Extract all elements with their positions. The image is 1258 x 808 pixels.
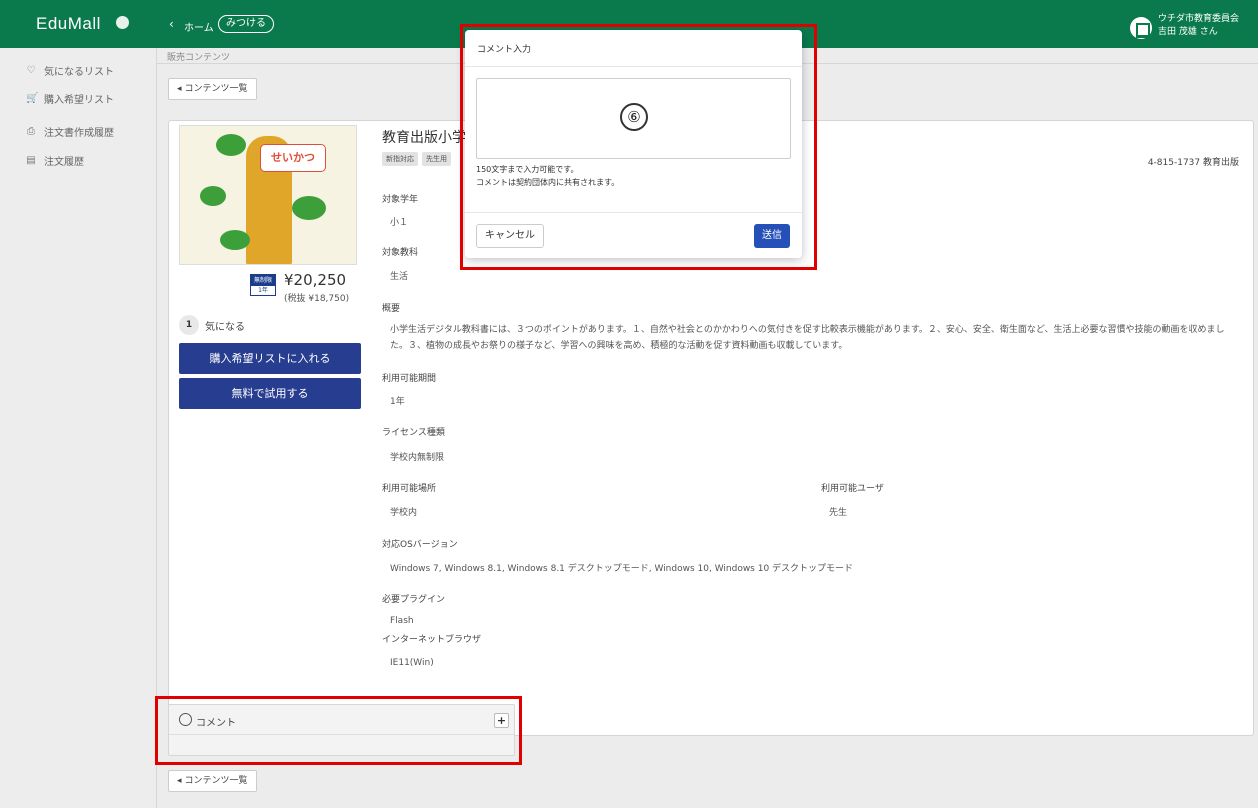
comment-panel-header: コメント + [169, 705, 514, 735]
summary-text: 小学生活デジタル教科書には、３つのポイントがあります。１、自然や社会とのかかわり… [390, 325, 1225, 351]
cancel-button[interactable]: キャンセル [476, 224, 544, 248]
comment-textarea[interactable]: ⑥ [476, 78, 791, 159]
grade-value: 小１ [390, 218, 409, 228]
os-value: Windows 7, Windows 8.1, Windows 8.1 デスクト… [390, 564, 854, 574]
user-type-label: 利用可能ユーザ [821, 484, 884, 494]
left-triangle-icon: ◂ [177, 776, 182, 786]
favorite-label: 気になる [205, 321, 245, 333]
product-tags: 新指対応 先生用 [382, 152, 451, 166]
home-link[interactable]: ホーム [184, 19, 214, 34]
dialog-divider [465, 212, 802, 213]
plugin-value: Flash [390, 616, 414, 626]
price: ¥20,250 [284, 271, 347, 289]
step-marker: ⑥ [620, 103, 648, 131]
document-icon: ▤ [26, 154, 36, 166]
license-label: ライセンス種類 [382, 428, 445, 438]
sidebar-item-label: 注文履歴 [44, 156, 84, 168]
user-type-value: 先生 [829, 508, 848, 518]
edumall-logo[interactable]: EduMall [36, 14, 101, 34]
product-title: 教育出版小学 [382, 130, 466, 146]
back-chevron-icon[interactable]: ‹ [169, 17, 174, 31]
product-cover-image: せいかつ [179, 125, 357, 265]
favorite-count: 1 [179, 315, 199, 335]
sidebar-item-favorites[interactable]: ♡ 気になるリスト [26, 62, 114, 78]
tag: 先生用 [422, 152, 451, 166]
comment-panel: コメント + [168, 704, 515, 756]
price-tax-excluded: (税抜 ¥18,750) [284, 294, 350, 304]
place-value: 学校内 [390, 508, 418, 518]
left-triangle-icon: ◂ [177, 84, 182, 94]
os-label: 対応OSバージョン [382, 540, 458, 550]
back-to-list-button-bottom[interactable]: ◂ コンテンツ一覧 [168, 770, 257, 792]
user-name: 吉田 茂雄 さん [1158, 27, 1218, 37]
sidebar-item-wishlist[interactable]: 🛒 購入希望リスト [26, 90, 114, 106]
cover-leaf-illustration [200, 186, 226, 206]
tag: 新指対応 [382, 152, 418, 166]
user-avatar[interactable] [1130, 17, 1152, 39]
back-to-list-label: コンテンツ一覧 [184, 84, 248, 94]
browser-value: IE11(Win) [390, 658, 434, 668]
summary-label: 概要 [382, 304, 401, 314]
character-limit-hint: 150文字まで入力可能です。 [476, 165, 579, 174]
send-button[interactable]: 送信 [754, 224, 790, 248]
speech-bubble-icon [179, 713, 192, 726]
license-badge-top: 無制限 [251, 275, 275, 286]
sidebar-item-label: 注文書作成履歴 [44, 127, 114, 139]
printer-icon: ⎙ [27, 125, 35, 137]
sidebar-item-label: 購入希望リスト [44, 94, 114, 106]
add-comment-button[interactable]: + [494, 713, 509, 728]
subject-value: 生活 [390, 272, 409, 282]
back-to-list-button-top[interactable]: ◂ コンテンツ一覧 [168, 78, 257, 100]
sidebar-item-order-form-history[interactable]: ⎙ 注文書作成履歴 [26, 123, 114, 139]
add-to-wishlist-button[interactable]: 購入希望リストに入れる [179, 343, 361, 374]
place-label: 利用可能場所 [382, 484, 437, 494]
comment-label: コメント [196, 718, 236, 729]
cover-title: せいかつ [260, 144, 326, 172]
globe-icon [116, 16, 129, 29]
dialog-title: コメント入力 [477, 45, 532, 55]
comment-input-dialog: コメント入力 ⑥ 150文字まで入力可能です。 コメントは契約団体内に共有されま… [465, 30, 802, 258]
back-to-list-label: コンテンツ一覧 [184, 776, 248, 786]
license-badge: 無制限 1年 [250, 274, 276, 296]
breadcrumb[interactable]: 販売コンテンツ [167, 50, 230, 63]
share-scope-hint: コメントは契約団体内に共有されます。 [476, 178, 620, 187]
dialog-divider [465, 66, 802, 67]
sidebar-item-order-history[interactable]: ▤ 注文履歴 [26, 152, 84, 168]
free-trial-button[interactable]: 無料で試用する [179, 378, 361, 409]
cover-leaf-illustration [292, 196, 326, 220]
cart-icon: 🛒 [26, 92, 39, 104]
subject-label: 対象教科 [382, 248, 419, 258]
license-badge-bottom: 1年 [258, 287, 268, 294]
sidebar: ♡ 気になるリスト 🛒 購入希望リスト ⎙ 注文書作成履歴 ▤ 注文履歴 [0, 48, 156, 808]
browser-label: インターネットブラウザ [382, 635, 482, 645]
cover-leaf-illustration [216, 134, 246, 156]
sidebar-item-label: 気になるリスト [44, 66, 114, 78]
user-organization: ウチダ市教育委員会 [1158, 14, 1240, 24]
period-label: 利用可能期間 [382, 374, 437, 384]
grade-label: 対象学年 [382, 195, 419, 205]
plugin-label: 必要プラグイン [382, 595, 446, 605]
period-value: 1年 [390, 397, 405, 407]
favorite-toggle[interactable]: 1 気になる [179, 315, 245, 335]
find-button[interactable]: みつける [218, 15, 274, 33]
cover-leaf-illustration [220, 230, 250, 250]
license-value: 学校内無制限 [390, 453, 445, 463]
product-code-publisher: 4-815-1737 教育出版 [1147, 158, 1239, 168]
heart-icon: ♡ [26, 64, 36, 76]
